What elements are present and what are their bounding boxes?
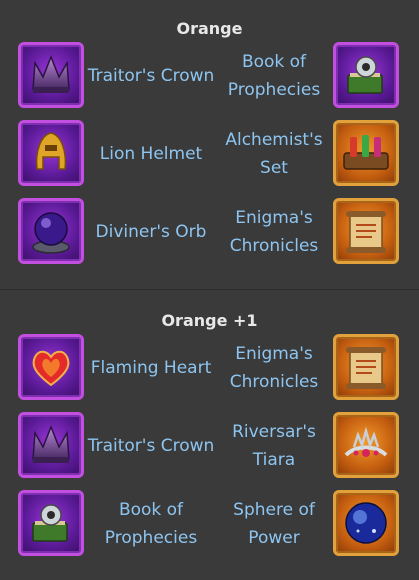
- sphere-icon[interactable]: [333, 490, 399, 556]
- item-name[interactable]: Riversar's Tiara: [212, 412, 336, 480]
- crown-icon[interactable]: [18, 42, 84, 108]
- item-name[interactable]: Traitor's Crown: [84, 42, 218, 110]
- item-name[interactable]: Book of Prophecies: [212, 42, 336, 110]
- item-row: Diviner's Orb Enigma's Chronicles: [0, 198, 419, 276]
- item-name[interactable]: Lion Helmet: [84, 120, 218, 188]
- item-name[interactable]: Book of Prophecies: [84, 490, 218, 558]
- item-name[interactable]: Sphere of Power: [212, 490, 336, 558]
- item-row: Lion Helmet Alchemist's Set: [0, 120, 419, 198]
- heart-icon[interactable]: [18, 334, 84, 400]
- item-name[interactable]: Enigma's Chronicles: [212, 198, 336, 266]
- item-name[interactable]: Diviner's Orb: [84, 198, 218, 266]
- tiara-icon[interactable]: [333, 412, 399, 478]
- book-icon[interactable]: [18, 490, 84, 556]
- potion-set-icon[interactable]: [333, 120, 399, 186]
- book-icon[interactable]: [333, 42, 399, 108]
- section-orange: Orange Traitor's Crown Book of Prophecie…: [0, 0, 419, 289]
- item-row: Traitor's Crown Riversar's Tiara: [0, 412, 419, 490]
- scroll-icon[interactable]: [333, 198, 399, 264]
- scroll-icon[interactable]: [333, 334, 399, 400]
- item-row: Book of Prophecies Sphere of Power: [0, 490, 419, 568]
- section-title: Orange +1: [161, 311, 258, 330]
- item-name[interactable]: Enigma's Chronicles: [212, 334, 336, 402]
- orb-icon[interactable]: [18, 198, 84, 264]
- item-name[interactable]: Traitor's Crown: [84, 412, 218, 480]
- crown-icon[interactable]: [18, 412, 84, 478]
- section-title: Orange: [176, 19, 243, 38]
- item-row: Traitor's Crown Book of Prophecies: [0, 42, 419, 120]
- item-row: Flaming Heart Enigma's Chronicles: [0, 334, 419, 412]
- item-name[interactable]: Alchemist's Set: [212, 120, 336, 188]
- helmet-icon[interactable]: [18, 120, 84, 186]
- section-orange-plus-1: Orange +1 Flaming Heart Enigma's Chronic…: [0, 289, 419, 580]
- item-name[interactable]: Flaming Heart: [84, 334, 218, 402]
